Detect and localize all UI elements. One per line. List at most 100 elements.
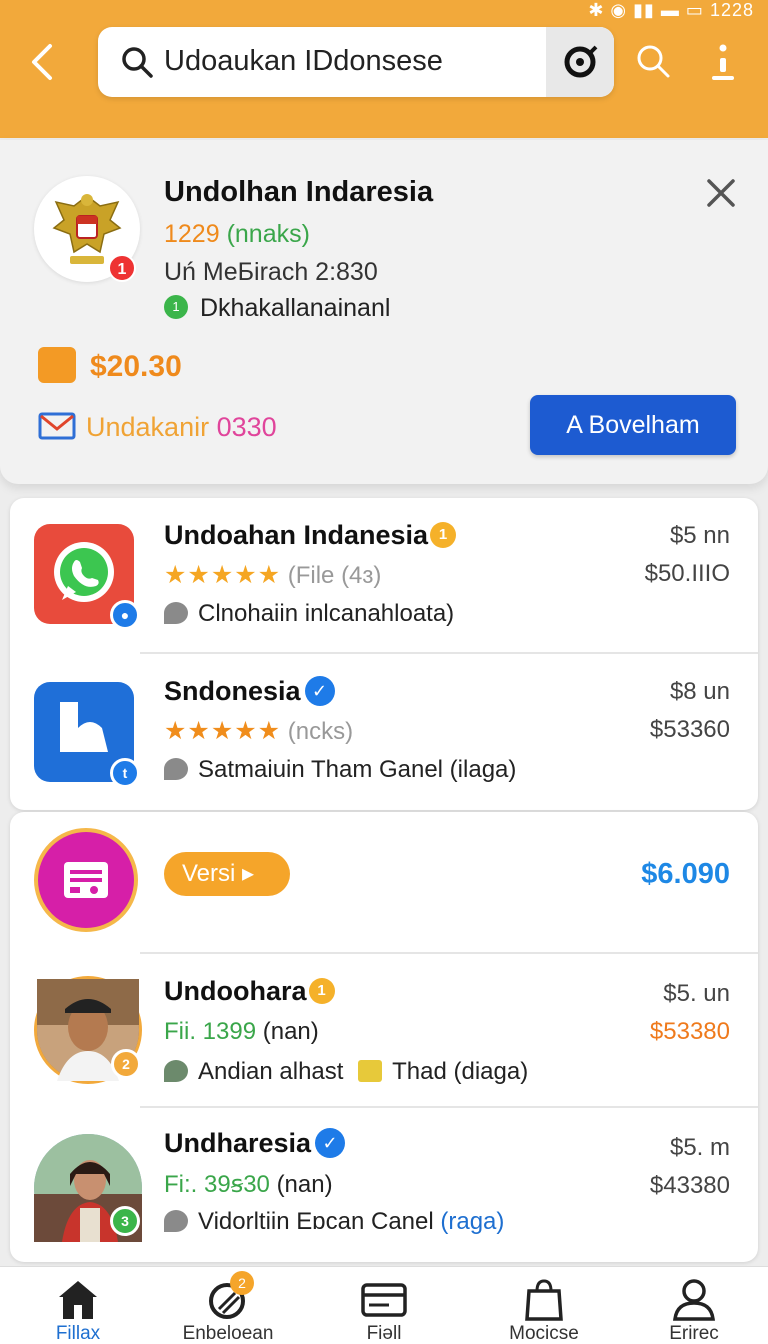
item-subtitle: Fii. 1399 (nan) bbox=[164, 1018, 319, 1046]
nav-item-home[interactable]: Fillax bbox=[8, 1277, 148, 1344]
voice-icon bbox=[564, 45, 598, 78]
comment-icon bbox=[164, 601, 188, 624]
nav-item-explore[interactable]: 2 Enbeloean bbox=[158, 1271, 298, 1344]
profile-status: 1 Dkhakallanainanl bbox=[164, 294, 390, 323]
item-title-text: Undoahan Indanesia bbox=[164, 520, 429, 550]
profile-count-number: 1229 bbox=[164, 220, 220, 248]
verified-icon: ✓ bbox=[304, 675, 335, 706]
item-price-top: $5 nn bbox=[669, 522, 730, 549]
item-title-badge: 1 bbox=[430, 521, 457, 548]
item-price-top: $5. m bbox=[669, 1134, 730, 1161]
list-item[interactable]: 3 Undharesia ✓ Fi:. 39ꞩ30 (nan) Vidorltii… bbox=[10, 1108, 758, 1262]
list-item[interactable]: 2 Undoohara 1 Fii. 1399 (nan) Andian alha… bbox=[10, 954, 758, 1108]
avatar: 2 bbox=[34, 976, 142, 1084]
app-icon: t bbox=[34, 682, 140, 788]
item-title-text: Undoohara bbox=[164, 976, 307, 1006]
status-time: 1228 bbox=[709, 0, 754, 20]
item-sub-rest: (nan) bbox=[276, 1171, 333, 1198]
header-search-icon[interactable] bbox=[634, 42, 672, 80]
rating-text: (File (4ɜ) bbox=[287, 562, 382, 589]
profile-avatar: 1 bbox=[34, 176, 140, 282]
profile-status-text: Dkhakallanainanl bbox=[200, 294, 391, 322]
item-desc: Andian alhast Thad (diaga) bbox=[164, 1058, 528, 1086]
version-chip[interactable]: Versi ▸ bbox=[164, 852, 290, 896]
item-desc: Satmaiuin Tham Ganel (ilaga) bbox=[164, 756, 516, 784]
list-card-2: Versi ▸ $6.090 2 Undoohara 1 Fii. 1399 (n… bbox=[10, 812, 758, 1262]
list-card-1: ● Undoahan Indanesia 1 ★★★★★ (File (4ɜ) C… bbox=[10, 498, 758, 810]
list-item[interactable]: t Sndonesia ✓ ★★★★★ (ncks) Satmaiuin Tham… bbox=[10, 654, 758, 810]
item-desc-blue: (raga) bbox=[440, 1208, 505, 1235]
nav-item-profile[interactable]: Erirec bbox=[624, 1277, 764, 1344]
avatar: 3 bbox=[34, 1134, 142, 1242]
whatsapp-icon: ● bbox=[34, 524, 140, 630]
profile-mail[interactable]: Undakanir 0330 bbox=[38, 412, 277, 443]
profile-price: $20.30 bbox=[38, 347, 182, 384]
item-price-bottom: $50.IIIO bbox=[644, 560, 730, 587]
item-subtitle: Fi:. 39ꞩ30 (nan) bbox=[164, 1170, 333, 1199]
item-sub-green: Fi:. 39ꞩ30 bbox=[164, 1171, 270, 1198]
item-title: Undharesia ✓ bbox=[164, 1127, 346, 1159]
profile-price-value: $20.30 bbox=[90, 350, 182, 383]
item-sub-green: Fii. 1399 bbox=[164, 1018, 257, 1045]
status-bar: ✱ ◉ ▮▮ ▬ ▭ 1228 bbox=[588, 0, 754, 21]
status-icons: ✱ ◉ ▮▮ ▬ ▭ bbox=[588, 0, 710, 20]
app-header: ✱ ◉ ▮▮ ▬ ▭ 1228 Udoaukan IDdonsese bbox=[0, 0, 768, 138]
chevron-left-icon bbox=[32, 44, 52, 80]
item-price-bottom: $53380 bbox=[649, 1018, 730, 1045]
radio-icon bbox=[34, 828, 138, 932]
nav-label: Fiəll bbox=[366, 1323, 402, 1344]
item-title-badge: 1 bbox=[308, 977, 335, 1004]
comment-icon bbox=[164, 757, 188, 780]
search-bar[interactable]: Udoaukan IDdonsese bbox=[98, 27, 614, 97]
nav-item-cards[interactable]: Fiəll bbox=[314, 1277, 454, 1344]
tag-icon bbox=[164, 1059, 188, 1082]
item-sub-rest: (nan) bbox=[262, 1018, 319, 1045]
list-item[interactable]: ● Undoahan Indanesia 1 ★★★★★ (File (4ɜ) C… bbox=[10, 498, 758, 654]
person-icon bbox=[673, 1279, 715, 1321]
item-desc-text: Vidorltiin Eɒcan Canel bbox=[198, 1208, 434, 1235]
mail-icon bbox=[38, 412, 76, 440]
ticket-icon bbox=[358, 1059, 383, 1082]
more-vert-icon[interactable] bbox=[708, 40, 738, 84]
nav-label: Enbeloean bbox=[182, 1323, 274, 1344]
app-status-badge: ● bbox=[110, 600, 140, 630]
back-button[interactable] bbox=[22, 36, 62, 88]
bottom-nav: Fillax 2 Enbeloean Fiəll Mocicse Erirec bbox=[0, 1266, 768, 1344]
item-price-top: $5. un bbox=[663, 980, 730, 1007]
item-desc-a: Andian alhast bbox=[198, 1058, 344, 1085]
list-item[interactable]: Versi ▸ $6.090 bbox=[10, 812, 758, 954]
profile-count: 1229 (nnaks) bbox=[164, 220, 310, 249]
item-title: Undoahan Indanesia 1 bbox=[164, 520, 457, 551]
item-price-top: $8 un bbox=[669, 678, 730, 705]
rating-text: (ncks) bbox=[287, 718, 354, 745]
close-icon[interactable] bbox=[702, 174, 740, 212]
profile-count-label: (nnaks) bbox=[226, 220, 310, 248]
item-desc-b: Thad (diaga) bbox=[392, 1058, 529, 1085]
voice-button[interactable] bbox=[546, 27, 614, 97]
card-icon bbox=[361, 1283, 407, 1317]
item-desc: Vidorltiin Eɒcan Canel (raga) bbox=[164, 1208, 504, 1236]
shopping-bag-icon bbox=[525, 1279, 563, 1321]
item-title: Undoohara 1 bbox=[164, 976, 335, 1007]
thumbs-up-icon bbox=[38, 347, 76, 384]
profile-meta: Uń MeБirach 2:830 bbox=[164, 258, 378, 286]
app-status-badge: t bbox=[110, 758, 140, 788]
search-input[interactable]: Udoaukan IDdonsese bbox=[164, 45, 443, 78]
star-icon: ★★★★★ bbox=[164, 561, 282, 589]
avatar-badge: 3 bbox=[110, 1206, 140, 1236]
nav-badge: 2 bbox=[230, 1271, 254, 1295]
primary-action-button[interactable]: A Bovelham bbox=[530, 395, 736, 455]
item-title: Sndonesia ✓ bbox=[164, 675, 335, 707]
mail-label: Undakanir bbox=[86, 412, 210, 442]
item-title-text: Undharesia bbox=[164, 1128, 312, 1158]
nav-label: Fillax bbox=[55, 1323, 101, 1344]
item-desc-text: Clnohaiin inlcanahloata) bbox=[198, 600, 455, 627]
item-price-bottom: $43380 bbox=[649, 1172, 730, 1199]
nav-label: Erirec bbox=[669, 1323, 719, 1344]
online-dot-icon: 1 bbox=[164, 295, 188, 320]
mail-number: 0330 bbox=[216, 412, 277, 442]
verified-icon: ✓ bbox=[315, 1127, 346, 1158]
star-icon: ★★★★★ bbox=[164, 717, 282, 745]
nav-item-shop[interactable]: Mocicse bbox=[474, 1277, 614, 1344]
avatar-badge: 2 bbox=[111, 1049, 141, 1079]
